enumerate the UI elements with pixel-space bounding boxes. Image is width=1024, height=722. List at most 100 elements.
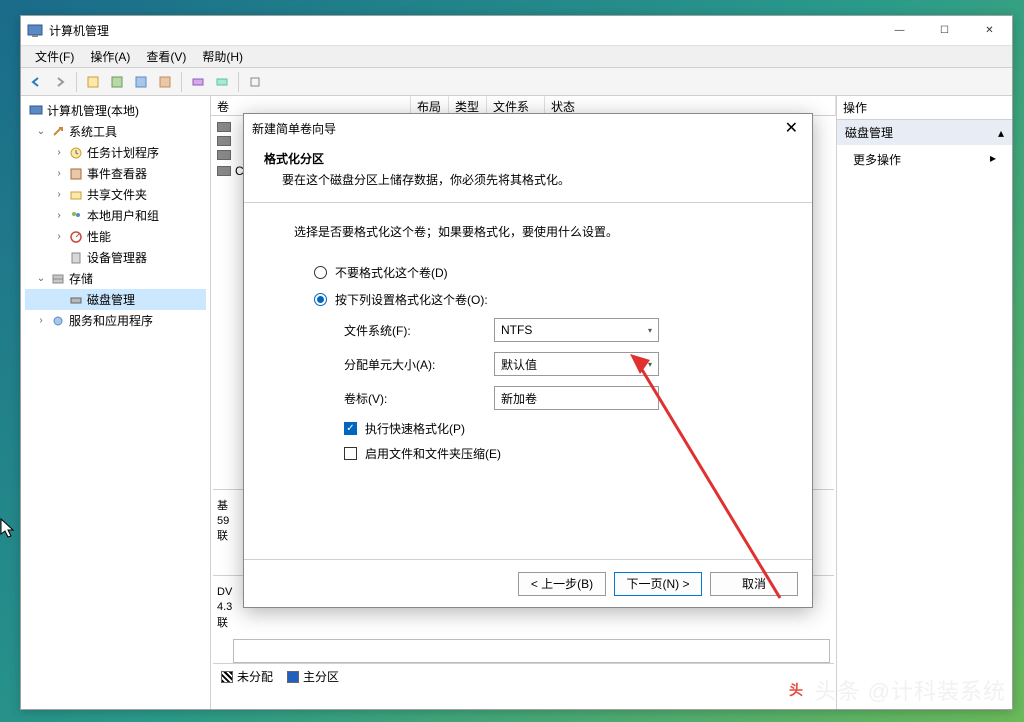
tools-icon <box>50 124 66 140</box>
tree-storage[interactable]: ⌄ 存储 <box>25 268 206 289</box>
disk-icon <box>68 292 84 308</box>
radio-label: 按下列设置格式化这个卷(O): <box>335 291 488 308</box>
maximize-button[interactable]: ☐ <box>922 16 967 45</box>
menu-view[interactable]: 查看(V) <box>138 46 194 67</box>
watermark: 头 头条 @计科装系统 <box>785 674 1006 706</box>
legend: 未分配 主分区 <box>213 663 834 689</box>
label-volname: 卷标(V): <box>344 390 484 407</box>
volume-label-input[interactable]: 新加卷 <box>494 386 659 410</box>
refresh-button[interactable] <box>154 71 176 93</box>
expand-icon[interactable]: › <box>53 210 65 221</box>
expand-icon[interactable]: › <box>53 168 65 179</box>
tree-root[interactable]: 计算机管理(本地) <box>25 100 206 121</box>
tree-label: 任务计划程序 <box>87 144 159 161</box>
shared-folder-icon <box>68 187 84 203</box>
tree-system-tools[interactable]: ⌄ 系统工具 <box>25 121 206 142</box>
expand-icon[interactable]: › <box>35 315 47 326</box>
tree-label: 服务和应用程序 <box>69 312 153 329</box>
collapse-icon: ▴ <box>998 126 1004 140</box>
tree-event-viewer[interactable]: › 事件查看器 <box>25 163 206 184</box>
watermark-icon: 头 <box>785 678 809 702</box>
radio-format[interactable]: 按下列设置格式化这个卷(O): <box>314 291 782 308</box>
tool-button[interactable] <box>211 71 233 93</box>
checkbox-icon: ✓ <box>344 422 357 435</box>
row-filesystem: 文件系统(F): NTFS ▾ <box>344 318 782 342</box>
event-icon <box>68 166 84 182</box>
properties-button[interactable] <box>130 71 152 93</box>
wizard-heading: 格式化分区 <box>264 150 792 167</box>
wizard-footer: < 上一步(B) 下一页(N) > 取消 <box>244 559 812 607</box>
menubar: 文件(F) 操作(A) 查看(V) 帮助(H) <box>21 46 1012 68</box>
menu-file[interactable]: 文件(F) <box>27 46 82 67</box>
computer-icon <box>28 103 44 119</box>
radio-no-format[interactable]: 不要格式化这个卷(D) <box>314 264 782 281</box>
radio-icon <box>314 266 327 279</box>
help-button[interactable] <box>187 71 209 93</box>
storage-icon <box>50 271 66 287</box>
menu-help[interactable]: 帮助(H) <box>194 46 251 67</box>
tree-performance[interactable]: › 性能 <box>25 226 206 247</box>
wizard-titlebar: 新建简单卷向导 ✕ <box>244 114 812 142</box>
tree-label: 磁盘管理 <box>87 291 135 308</box>
toolbar <box>21 68 1012 96</box>
wizard-body: 选择是否要格式化这个卷；如果要格式化，要使用什么设置。 不要格式化这个卷(D) … <box>244 203 812 490</box>
expand-icon[interactable]: › <box>53 147 65 158</box>
wizard-instruction: 选择是否要格式化这个卷；如果要格式化，要使用什么设置。 <box>294 223 782 240</box>
tree-label: 存储 <box>69 270 93 287</box>
app-icon <box>27 23 43 39</box>
wizard-subheading: 要在这个磁盘分区上储存数据，你必须先将其格式化。 <box>264 171 792 188</box>
volume-icon <box>217 122 231 132</box>
action-more[interactable]: 更多操作▸ <box>837 145 1012 174</box>
tree-label: 本地用户和组 <box>87 207 159 224</box>
check-quick-format[interactable]: ✓ 执行快速格式化(P) <box>344 420 782 437</box>
combo-value: NTFS <box>501 323 532 337</box>
tree-services-apps[interactable]: › 服务和应用程序 <box>25 310 206 331</box>
expand-icon[interactable]: › <box>53 189 65 200</box>
volume-icon <box>217 136 231 146</box>
tree-label: 设备管理器 <box>87 249 147 266</box>
tree-task-scheduler[interactable]: › 任务计划程序 <box>25 142 206 163</box>
checkbox-label: 执行快速格式化(P) <box>365 420 465 437</box>
users-icon <box>68 208 84 224</box>
next-button[interactable]: 下一页(N) > <box>614 572 702 596</box>
show-hide-button[interactable] <box>106 71 128 93</box>
tree-root-label: 计算机管理(本地) <box>47 102 139 119</box>
checkbox-icon <box>344 447 357 460</box>
close-button[interactable]: ✕ <box>967 16 1012 45</box>
back-button[interactable] <box>25 71 47 93</box>
volume-icon <box>217 150 231 160</box>
check-compression[interactable]: 启用文件和文件夹压缩(E) <box>344 445 782 462</box>
legend-unallocated: 未分配 <box>221 668 273 685</box>
tool-button-2[interactable] <box>244 71 266 93</box>
tree-label: 系统工具 <box>69 123 117 140</box>
tree-local-users[interactable]: › 本地用户和组 <box>25 205 206 226</box>
filesystem-combo[interactable]: NTFS ▾ <box>494 318 659 342</box>
tree-label: 性能 <box>87 228 111 245</box>
tree-label: 事件查看器 <box>87 165 147 182</box>
collapse-icon[interactable]: ⌄ <box>35 273 47 284</box>
performance-icon <box>68 229 84 245</box>
row-volume-label: 卷标(V): 新加卷 <box>344 386 782 410</box>
action-group-disk[interactable]: 磁盘管理▴ <box>837 120 1012 145</box>
wizard-title: 新建简单卷向导 <box>252 120 779 137</box>
tree-device-manager[interactable]: 设备管理器 <box>25 247 206 268</box>
tree-shared-folders[interactable]: › 共享文件夹 <box>25 184 206 205</box>
menu-action[interactable]: 操作(A) <box>82 46 138 67</box>
row-allocation: 分配单元大小(A): 默认值 ▾ <box>344 352 782 376</box>
allocation-combo[interactable]: 默认值 ▾ <box>494 352 659 376</box>
tree-disk-management[interactable]: 磁盘管理 <box>25 289 206 310</box>
forward-button[interactable] <box>49 71 71 93</box>
expand-icon[interactable]: › <box>53 231 65 242</box>
minimize-button[interactable]: — <box>877 16 922 45</box>
wizard-close-button[interactable]: ✕ <box>779 118 804 138</box>
chevron-down-icon: ▾ <box>648 360 652 369</box>
label-filesystem: 文件系统(F): <box>344 322 484 339</box>
collapse-icon[interactable]: ⌄ <box>35 126 47 137</box>
services-icon <box>50 313 66 329</box>
tree-label: 共享文件夹 <box>87 186 147 203</box>
toolbar-separator <box>181 72 182 92</box>
toolbar-separator <box>238 72 239 92</box>
up-button[interactable] <box>82 71 104 93</box>
back-button[interactable]: < 上一步(B) <box>518 572 606 596</box>
cancel-button[interactable]: 取消 <box>710 572 798 596</box>
